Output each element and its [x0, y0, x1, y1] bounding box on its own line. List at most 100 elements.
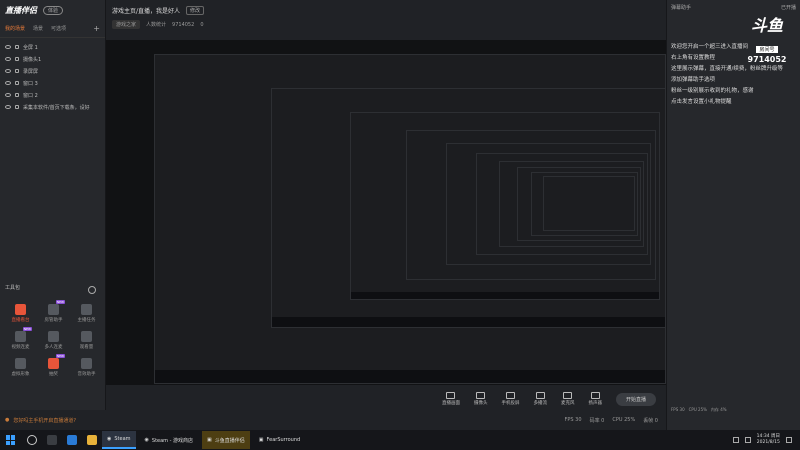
category-badge[interactable]: 游戏之家: [112, 20, 141, 29]
tool-item[interactable]: 观看量: [70, 331, 103, 350]
toolkit-grid: 直播看台 NEW 房管助手 主播任务 NEW 视频连麦 多人连麦 观看量 虚拟形象 …: [4, 300, 104, 377]
chat-message: 欢迎您开启一个超三进入直播间: [671, 44, 749, 50]
tab-my-scenes[interactable]: 我的场景: [5, 25, 25, 32]
tab-scenes[interactable]: 场景: [33, 25, 43, 32]
start-stream-button[interactable]: 开始直播: [615, 392, 656, 406]
task-icon: [81, 304, 92, 315]
stream-preview[interactable]: [106, 40, 666, 385]
multi-stream-button[interactable]: 多播流: [533, 392, 547, 406]
eye-icon[interactable]: [5, 81, 11, 85]
tool-item[interactable]: 多人连麦: [37, 331, 70, 350]
eye-icon[interactable]: [5, 69, 11, 73]
volume-icon[interactable]: [744, 437, 751, 443]
broadcast-icon: [15, 304, 26, 315]
phone-icon: [505, 392, 515, 399]
streaming-app-window: 直播伴侣 体验 我的场景 场景 可选项 + 全屏 1 摄像头1 录屏屏 窗口 3…: [0, 0, 800, 430]
tool-item[interactable]: NEW 抽奖: [37, 354, 70, 377]
screen-capture-button[interactable]: 直播画面: [442, 392, 460, 406]
file-explorer-icon[interactable]: [87, 435, 97, 445]
chat-message: 添加弹幕助手选项: [671, 77, 716, 83]
tool-item[interactable]: 虚拟形象: [4, 358, 37, 377]
lock-icon[interactable]: [15, 105, 19, 109]
control-label: 手机投屏: [501, 401, 520, 406]
speaker-button[interactable]: 扬声器: [588, 392, 602, 406]
clock[interactable]: 14:34 周日 2021/8/15: [757, 434, 780, 446]
refresh-icon[interactable]: [88, 286, 96, 294]
monitor-icon: [446, 392, 456, 399]
app-icon: ▣: [207, 437, 212, 443]
phone-cast-button[interactable]: 手机投屏: [501, 392, 519, 406]
taskbar-item-label: FearSurround: [266, 437, 301, 443]
network-icon[interactable]: [732, 437, 739, 443]
fps-stat: FPS 30: [671, 407, 685, 412]
lock-icon[interactable]: [15, 81, 19, 85]
taskbar-item[interactable]: ◉ Steam - 游戏商店: [140, 431, 199, 449]
edit-title-button[interactable]: 修改: [186, 6, 205, 15]
tool-label: 音效助手: [77, 372, 96, 377]
taskbar-item[interactable]: ▣ 斗鱼直播伴侣: [202, 431, 250, 449]
chat-message: 右上角有设置教程: [671, 55, 716, 61]
lock-icon[interactable]: [15, 69, 19, 73]
search-icon[interactable]: [27, 435, 37, 445]
app-logo-bar: 直播伴侣 体验: [0, 0, 105, 20]
stream-stats: FPS 30 码率 0 CPU 25% 丢帧 0: [565, 417, 666, 424]
taskbar-item[interactable]: ▣ FearSurround: [254, 431, 305, 449]
eye-icon[interactable]: [5, 45, 11, 49]
tool-item[interactable]: 主播任务: [70, 304, 103, 323]
nested-taskbar: [351, 291, 659, 299]
notification-icon[interactable]: [786, 437, 792, 443]
mem-stat: 内存 4%: [710, 407, 727, 412]
add-source-icon[interactable]: +: [93, 24, 100, 33]
source-list: 全屏 1 摄像头1 录屏屏 窗口 3 窗口 2 采集本软件/首页下载条，设好: [0, 38, 105, 113]
taskbar-item-label: Steam: [114, 436, 131, 442]
source-item[interactable]: 摄像头1: [0, 53, 105, 65]
source-label: 采集本软件/首页下载条，设好: [23, 104, 90, 111]
taskbar-item-label: Steam - 游戏商店: [151, 437, 194, 444]
task-view-icon[interactable]: [47, 435, 57, 445]
tool-label: 房管助手: [44, 318, 63, 323]
live-status: 已开播: [780, 4, 796, 11]
camera-button[interactable]: 摄像头: [474, 392, 487, 406]
taskbar-item-label: 斗鱼直播伴侣: [214, 437, 245, 444]
clock-date: 2021/8/15: [756, 440, 780, 445]
tool-label: 抽奖: [49, 372, 58, 377]
main-area: 游戏主页/直播，我是好人 修改 游戏之家 人数统计 9714052 0 直播画面: [106, 0, 666, 410]
fps-value: FPS 30: [564, 416, 582, 423]
tab-options[interactable]: 可选项: [51, 25, 66, 32]
lock-icon[interactable]: [15, 45, 19, 49]
new-badge: NEW: [55, 300, 65, 304]
microphone-icon: [563, 392, 573, 399]
status-bar: ● 您好吗主手机开启直播通道? FPS 30 码率 0 CPU 25% 丢帧 0: [0, 410, 666, 430]
steam-icon: ◉: [107, 436, 112, 442]
stream-icon: [535, 392, 545, 399]
source-item[interactable]: 全屏 1: [0, 41, 105, 53]
source-item[interactable]: 窗口 2: [0, 89, 105, 101]
control-label: 扬声器: [588, 401, 602, 406]
source-item[interactable]: 窗口 3: [0, 77, 105, 89]
chat-title: 弹幕助手: [671, 4, 692, 11]
edge-icon[interactable]: [67, 435, 77, 445]
room-meta: 游戏之家 人数统计 9714052 0: [112, 20, 660, 29]
source-item[interactable]: 录屏屏: [0, 65, 105, 77]
eye-icon[interactable]: [5, 57, 11, 61]
app-version-badge[interactable]: 体验: [43, 5, 64, 15]
eye-icon[interactable]: [5, 105, 11, 109]
system-tray: 14:34 周日 2021/8/15: [732, 434, 800, 446]
lock-icon[interactable]: [15, 57, 19, 61]
microphone-button[interactable]: 麦克风: [561, 392, 574, 406]
heat-value: 0: [200, 21, 204, 28]
tool-item[interactable]: 直播看台: [4, 304, 37, 323]
tool-item[interactable]: NEW 视频连麦: [4, 327, 37, 350]
preview-nested-frame: [543, 176, 635, 231]
status-notice[interactable]: 您好吗主手机开启直播通道?: [13, 417, 76, 424]
windows-start-icon[interactable]: [6, 435, 16, 445]
eye-icon[interactable]: [5, 93, 11, 97]
source-label: 窗口 3: [23, 80, 38, 87]
source-item[interactable]: 采集本软件/首页下载条，设好: [0, 101, 105, 113]
tool-label: 虚拟形象: [11, 372, 30, 377]
lock-icon[interactable]: [15, 93, 19, 97]
cpu-stat: CPU 25%: [688, 407, 707, 412]
tool-item[interactable]: NEW 房管助手: [37, 300, 70, 323]
tool-item[interactable]: 音效助手: [70, 358, 103, 377]
taskbar-item[interactable]: ◉ Steam: [102, 431, 136, 449]
